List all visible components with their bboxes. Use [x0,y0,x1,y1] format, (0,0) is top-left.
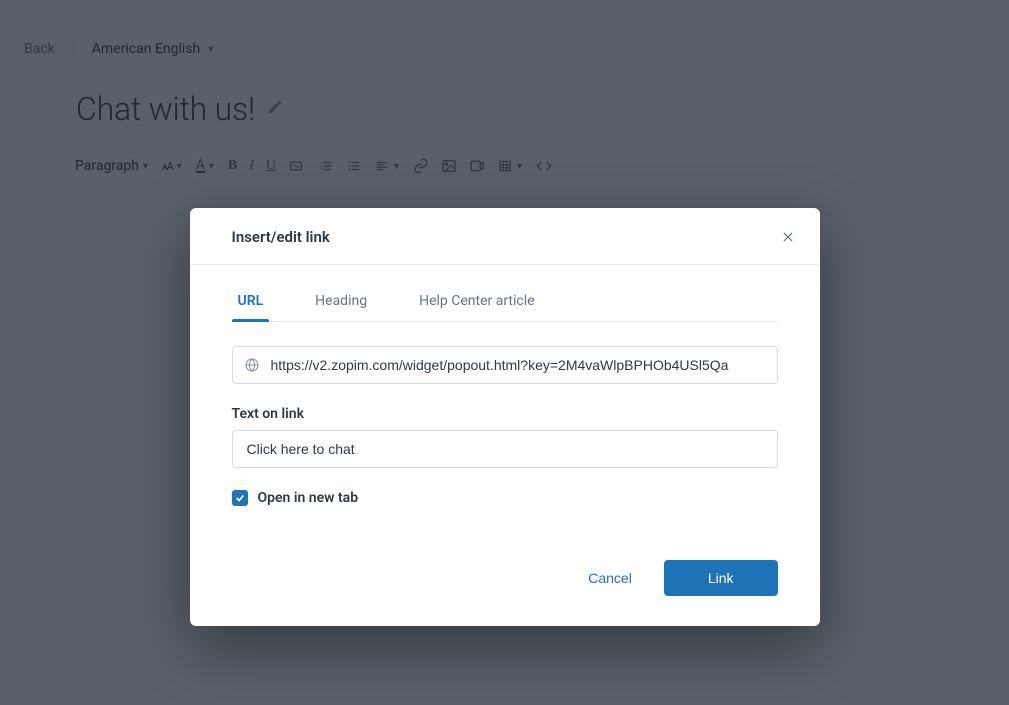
link-type-tabs: URL Heading Help Center article [232,285,778,322]
tab-heading[interactable]: Heading [309,285,373,321]
open-new-tab-checkbox[interactable] [232,490,248,506]
text-on-link-label: Text on link [232,406,778,422]
open-new-tab-label: Open in new tab [258,490,359,506]
tab-url[interactable]: URL [232,285,270,321]
modal-overlay: Insert/edit link URL Heading Help Center… [0,0,1009,705]
open-new-tab-row: Open in new tab [232,490,778,506]
link-submit-button[interactable]: Link [664,560,778,596]
cancel-button[interactable]: Cancel [570,560,650,596]
url-input[interactable] [271,347,777,383]
text-on-link-input[interactable] [232,430,778,468]
globe-icon [233,357,271,373]
close-button[interactable] [780,229,796,245]
tab-help-center-article[interactable]: Help Center article [413,285,540,321]
modal-body: URL Heading Help Center article Text on … [190,265,820,530]
modal-header: Insert/edit link [190,208,820,265]
modal-footer: Cancel Link [190,530,820,626]
insert-link-modal: Insert/edit link URL Heading Help Center… [190,208,820,626]
modal-title: Insert/edit link [232,228,330,246]
url-input-wrapper [232,346,778,384]
